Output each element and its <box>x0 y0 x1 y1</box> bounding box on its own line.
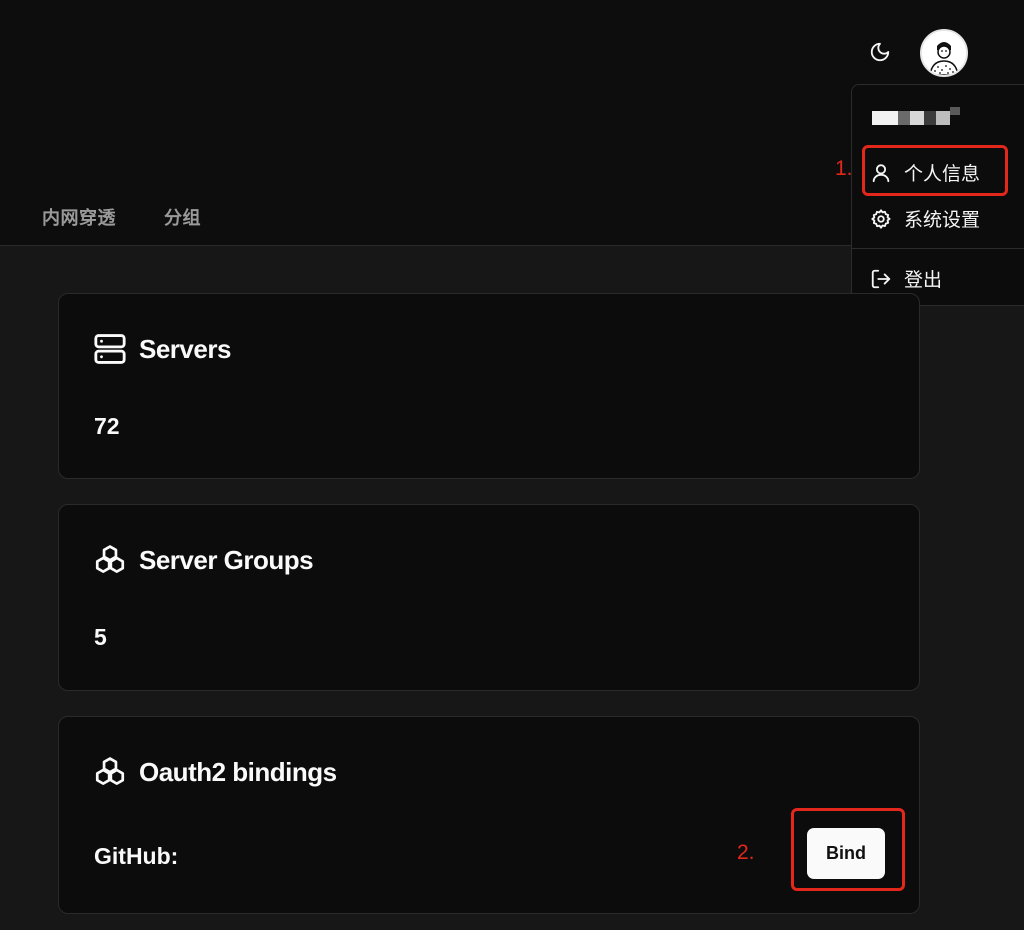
gear-icon <box>870 208 892 230</box>
tab-tunnel[interactable]: 内网穿透 <box>42 204 116 230</box>
server-icon <box>93 332 127 366</box>
step-1-label: 1. <box>835 157 853 180</box>
menu-item-label: 系统设置 <box>904 210 981 231</box>
servers-count: 72 <box>94 413 120 439</box>
menu-divider <box>852 248 1024 249</box>
menu-item-label: 登出 <box>904 270 943 291</box>
step-2-label: 2. <box>737 841 755 864</box>
menu-item-settings[interactable]: 系统设置 <box>870 205 980 232</box>
tab-groups[interactable]: 分组 <box>164 204 201 230</box>
server-groups-title: Server Groups <box>139 544 314 575</box>
menu-item-logout[interactable]: 登出 <box>870 265 942 292</box>
moon-icon <box>869 41 891 63</box>
servers-title: Servers <box>139 333 231 364</box>
card-title: Server Groups <box>93 543 314 577</box>
boxes-icon <box>93 755 127 789</box>
card-title: Servers <box>93 332 231 366</box>
server-groups-count: 5 <box>94 624 107 650</box>
oauth-bindings-title: Oauth2 bindings <box>139 756 337 787</box>
theme-toggle-button[interactable] <box>866 38 894 66</box>
username-redacted <box>872 107 962 129</box>
highlight-bind <box>791 808 905 891</box>
servers-card: Servers 72 <box>58 293 920 479</box>
highlight-profile <box>862 145 1008 196</box>
nav-tabs: 内网穿透 分组 <box>42 204 201 230</box>
github-provider-label: GitHub: <box>94 843 179 869</box>
avatar[interactable] <box>920 29 968 77</box>
user-avatar-icon <box>922 31 966 75</box>
logout-icon <box>870 268 892 290</box>
card-title: Oauth2 bindings <box>93 755 337 789</box>
boxes-icon <box>93 543 127 577</box>
server-groups-card: Server Groups 5 <box>58 504 920 691</box>
